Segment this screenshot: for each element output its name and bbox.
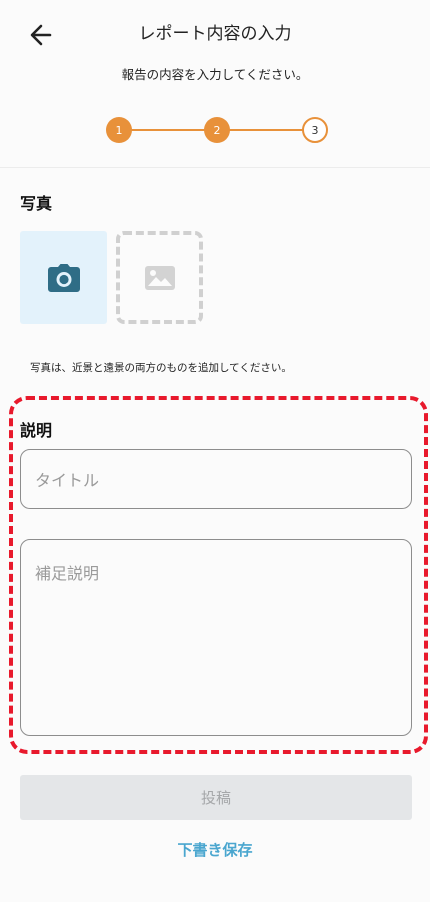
step-connector (217, 129, 315, 131)
save-draft-button[interactable]: 下書き保存 (0, 839, 430, 860)
title-placeholder: タイトル (35, 471, 100, 490)
camera-button[interactable] (20, 231, 107, 324)
image-placeholder-icon (144, 265, 175, 290)
detail-placeholder: 補足説明 (35, 564, 100, 583)
step-1: 1 (106, 117, 132, 143)
header-bar: レポート内容の入力 報告の内容を入力してください。 1 2 3 (0, 0, 430, 168)
add-photo-slot[interactable] (116, 231, 203, 324)
step-2: 2 (204, 117, 230, 143)
title-input[interactable]: タイトル (20, 449, 412, 509)
page-title: レポート内容の入力 (138, 24, 292, 44)
detail-textarea[interactable]: 補足説明 (20, 539, 412, 736)
description-section-title: 説明 (20, 421, 53, 440)
camera-icon (47, 263, 80, 292)
page-subtitle: 報告の内容を入力してください。 (121, 67, 309, 82)
photo-note: 写真は、近景と遠景の両方のものを追加してください。 (30, 362, 292, 374)
step-connector (119, 129, 217, 131)
photo-section-title: 写真 (20, 194, 53, 213)
post-button[interactable]: 投稿 (20, 775, 412, 820)
progress-stepper: 1 2 3 (106, 117, 328, 143)
step-3: 3 (302, 117, 328, 143)
